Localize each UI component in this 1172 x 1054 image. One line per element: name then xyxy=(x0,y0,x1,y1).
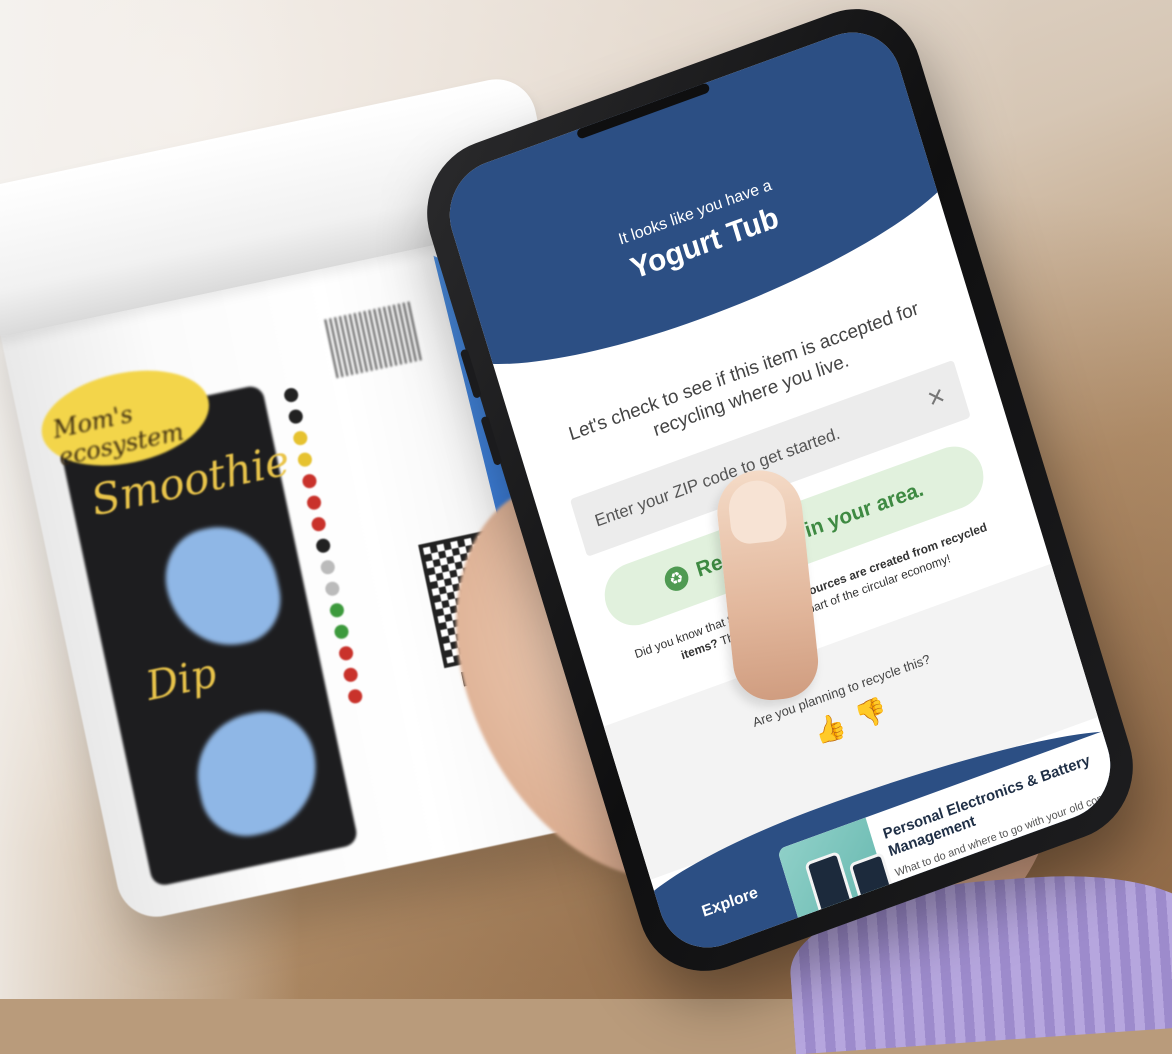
thumb-nail xyxy=(726,477,789,546)
recycle-icon: ♻ xyxy=(661,563,692,595)
